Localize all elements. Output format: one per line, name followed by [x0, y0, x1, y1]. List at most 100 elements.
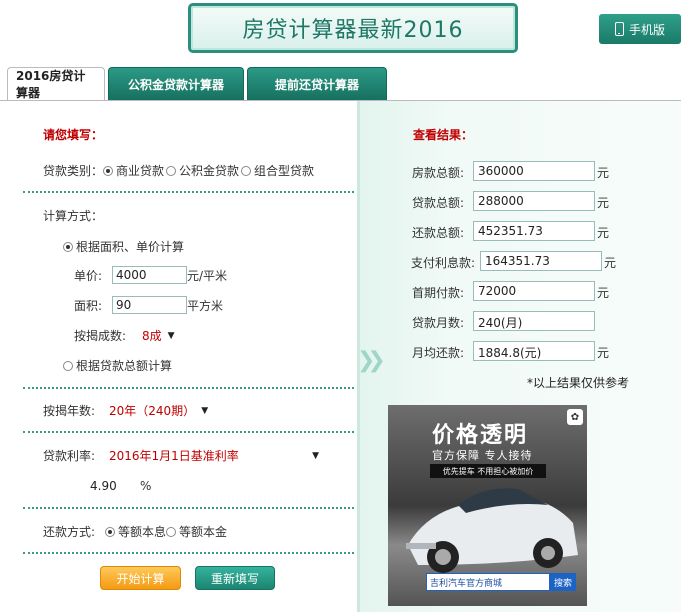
- area-label: 面积:: [74, 298, 103, 313]
- tab-mortgage-calculator[interactable]: 2016房贷计算器: [7, 67, 105, 101]
- method-area-label: 根据面积、单价计算: [76, 240, 185, 254]
- page-title: 房贷计算器最新2016: [188, 3, 518, 53]
- result-label: 贷款月数:: [411, 316, 464, 330]
- loan-type-commercial-radio[interactable]: [103, 165, 114, 176]
- result-label: 首期付款:: [411, 286, 464, 300]
- repay-equal-installment-label: 等额本息: [118, 525, 167, 539]
- result-repay-total[interactable]: 452351.73: [473, 221, 595, 241]
- unit-price-label: 单价:: [74, 268, 103, 283]
- area-input[interactable]: 90: [112, 296, 187, 314]
- ad-bar: 优先提车 不用担心被加价: [430, 464, 546, 478]
- tab-label: 2016房贷计算器: [16, 69, 86, 100]
- years-select[interactable]: 20年（240期） ▼: [109, 402, 208, 419]
- loan-type-combo-radio[interactable]: [241, 165, 252, 176]
- loan-type-row: 贷款类别： 商业贷款 公积金贷款 组合型贷款: [43, 162, 314, 179]
- years-value: 20年（240期）: [109, 404, 196, 418]
- divider: [23, 552, 354, 554]
- tab-label: 公积金贷款计算器: [127, 78, 224, 92]
- result-label: 房款总额:: [411, 166, 464, 180]
- result-unit: 元: [597, 196, 610, 210]
- loan-type-combo-label: 组合型贷款: [254, 164, 315, 178]
- repay-row: 还款方式: 等额本息 等额本金: [43, 523, 227, 540]
- repay-label: 还款方式:: [43, 525, 96, 539]
- loan-type-fund-radio[interactable]: [166, 165, 177, 176]
- results-title-text: 查看结果：: [413, 128, 474, 142]
- results-section-title: 查看结果：: [413, 126, 473, 143]
- ad-subtitle: 官方保障 专人接待: [432, 449, 533, 462]
- result-label: 支付利息款:: [410, 256, 475, 270]
- unit-price-input[interactable]: 4000: [112, 266, 187, 284]
- rate-input-row: 4.90 %: [86, 477, 151, 495]
- rate-unit: %: [140, 479, 152, 493]
- mobile-version-label: 手机版: [628, 22, 665, 37]
- repay-equal-installment-radio[interactable]: [105, 526, 115, 537]
- method-total-radio[interactable]: [63, 360, 73, 371]
- result-unit: 元: [597, 166, 610, 180]
- mortgage-ratio-select[interactable]: 8成 ▼: [142, 327, 175, 344]
- result-unit: 元: [604, 256, 617, 270]
- mortgage-ratio-label: 按揭成数:: [74, 329, 127, 343]
- method-area-row: 根据面积、单价计算: [63, 238, 184, 255]
- form-title-text: 请您填写：: [43, 128, 104, 142]
- result-unit: 元: [597, 346, 610, 360]
- rate-label: 贷款利率:: [43, 449, 96, 463]
- result-monthly-payment[interactable]: 1884.8(元): [473, 341, 595, 361]
- divider: [23, 507, 354, 509]
- mortgage-ratio-row: 按揭成数: 8成 ▼: [74, 327, 175, 344]
- tab-prepayment-calculator[interactable]: 提前还贷计算器: [247, 67, 387, 101]
- form-section-title: 请您填写：: [43, 126, 103, 143]
- calc-method-label-row: 计算方式：: [43, 207, 103, 224]
- page-title-text: 房贷计算器最新2016: [242, 18, 464, 43]
- years-label: 按揭年数:: [43, 404, 96, 418]
- result-house-total[interactable]: 360000: [473, 161, 595, 181]
- divider: [23, 191, 354, 193]
- ad-search-button[interactable]: 搜索: [550, 573, 576, 591]
- loan-type-label: 贷款类别：: [43, 164, 104, 178]
- divider: [23, 387, 354, 389]
- calc-method-label: 计算方式：: [43, 209, 104, 223]
- divider: [23, 431, 354, 433]
- tab-label: 提前还贷计算器: [274, 78, 359, 92]
- result-unit: 元: [597, 226, 610, 240]
- phone-icon: [614, 22, 624, 36]
- result-down-payment[interactable]: 72000: [473, 281, 595, 301]
- loan-type-commercial-label: 商业贷款: [116, 164, 165, 178]
- years-row: 按揭年数: 20年（240期） ▼: [43, 402, 208, 419]
- result-loan-total[interactable]: 288000: [473, 191, 595, 211]
- method-area-radio[interactable]: [63, 241, 73, 252]
- result-label: 还款总额:: [411, 226, 464, 240]
- result-label: 月均还款:: [411, 346, 464, 360]
- unit-price-row: 单价: 4000 元/平米: [74, 266, 227, 284]
- unit-price-unit: 元/平米: [187, 268, 228, 283]
- reset-button[interactable]: 重新填写: [195, 566, 275, 590]
- chevron-down-icon: ▼: [167, 330, 175, 341]
- result-unit: 元: [597, 286, 610, 300]
- tab-bar: 2016房贷计算器 公积金贷款计算器 提前还贷计算器: [7, 67, 387, 101]
- ad-search-box[interactable]: 吉利汽车官方商城: [426, 573, 550, 591]
- chevron-right-icon: ❯❯: [357, 348, 386, 373]
- rate-select[interactable]: 2016年1月1日基准利率 ▼: [109, 447, 319, 464]
- loan-type-fund-label: 公积金贷款: [179, 164, 240, 178]
- chevron-down-icon: ▼: [312, 450, 319, 461]
- ad-title: 价格透明: [432, 423, 529, 448]
- method-total-row: 根据贷款总额计算: [63, 357, 172, 374]
- rate-value: 2016年1月1日基准利率: [109, 449, 239, 463]
- mortgage-ratio-value: 8成: [142, 329, 162, 343]
- method-total-label: 根据贷款总额计算: [76, 359, 173, 373]
- rate-row: 贷款利率: 2016年1月1日基准利率 ▼: [43, 447, 319, 464]
- rate-input[interactable]: 4.90: [86, 477, 136, 495]
- result-label: 贷款总额:: [411, 196, 464, 210]
- advertisement-banner[interactable]: 价格透明 官方保障 专人接待 优先提车 不用担心被加价 ✿ 吉利汽车官方商城 搜…: [388, 405, 587, 606]
- tab-provident-fund-calculator[interactable]: 公积金贷款计算器: [108, 67, 244, 101]
- mobile-version-button[interactable]: 手机版: [599, 14, 681, 44]
- paw-icon[interactable]: ✿: [567, 409, 583, 425]
- start-calc-button[interactable]: 开始计算: [100, 566, 181, 590]
- result-months[interactable]: 240(月): [473, 311, 595, 331]
- repay-equal-principal-label: 等额本金: [179, 525, 228, 539]
- area-unit: 平方米: [187, 298, 224, 313]
- results-note: *以上结果仅供参考: [527, 376, 630, 390]
- area-row: 面积: 90 平方米: [74, 296, 223, 314]
- result-interest[interactable]: 164351.73: [480, 251, 602, 271]
- repay-equal-principal-radio[interactable]: [166, 526, 177, 537]
- chevron-down-icon: ▼: [201, 405, 209, 416]
